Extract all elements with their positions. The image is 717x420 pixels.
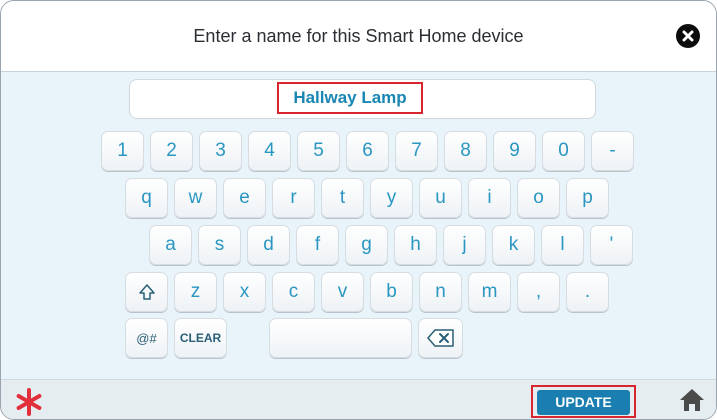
key-period[interactable]: . [566,272,609,312]
key-n[interactable]: n [419,272,462,312]
key-o[interactable]: o [517,178,560,218]
key-8[interactable]: 8 [444,131,487,171]
key-3[interactable]: 3 [199,131,242,171]
key-q[interactable]: q [125,178,168,218]
keyboard-gap [233,318,263,358]
symbols-key[interactable]: @# [125,318,168,358]
key-2[interactable]: 2 [150,131,193,171]
key-hyphen[interactable]: - [591,131,634,171]
key-c[interactable]: c [272,272,315,312]
key-a[interactable]: a [149,225,192,265]
key-u[interactable]: u [419,178,462,218]
keyboard-row-top-letters: q w e r t y u i o p [125,178,609,218]
onscreen-keyboard: 1 2 3 4 5 6 7 8 9 0 - q w e r t y u i o … [1,1,716,419]
key-g[interactable]: g [345,225,388,265]
home-button[interactable] [678,387,706,413]
key-w[interactable]: w [174,178,217,218]
key-i[interactable]: i [468,178,511,218]
key-y[interactable]: y [370,178,413,218]
key-apostrophe[interactable]: ' [590,225,633,265]
update-highlight: UPDATE [531,385,636,418]
keyboard-row-bottom-letters: z x c v b n m , . [125,272,609,312]
key-7[interactable]: 7 [395,131,438,171]
key-f[interactable]: f [296,225,339,265]
asterisk-icon[interactable] [14,384,44,416]
keyboard-row-numbers: 1 2 3 4 5 6 7 8 9 0 - [101,131,634,171]
key-r[interactable]: r [272,178,315,218]
key-m[interactable]: m [468,272,511,312]
keyboard-row-home-letters: a s d f g h j k l ' [149,225,633,265]
update-button[interactable]: UPDATE [537,390,630,415]
clear-key[interactable]: CLEAR [174,318,227,358]
shift-key[interactable] [125,272,168,312]
key-x[interactable]: x [223,272,266,312]
home-icon [680,389,704,411]
key-e[interactable]: e [223,178,266,218]
key-6[interactable]: 6 [346,131,389,171]
key-l[interactable]: l [541,225,584,265]
key-k[interactable]: k [492,225,535,265]
backspace-key[interactable] [418,318,463,358]
key-p[interactable]: p [566,178,609,218]
keyboard-row-controls: @# CLEAR [125,318,463,358]
key-v[interactable]: v [321,272,364,312]
backspace-icon [426,329,454,347]
key-5[interactable]: 5 [297,131,340,171]
key-j[interactable]: j [443,225,486,265]
shift-arrow-icon [138,284,155,300]
key-t[interactable]: t [321,178,364,218]
key-z[interactable]: z [174,272,217,312]
key-9[interactable]: 9 [493,131,536,171]
key-1[interactable]: 1 [101,131,144,171]
key-b[interactable]: b [370,272,413,312]
space-key[interactable] [269,318,412,358]
dialog-frame: Enter a name for this Smart Home device … [0,0,717,420]
key-h[interactable]: h [394,225,437,265]
key-d[interactable]: d [247,225,290,265]
dialog-footer: UPDATE [1,379,716,419]
key-s[interactable]: s [198,225,241,265]
key-0[interactable]: 0 [542,131,585,171]
key-comma[interactable]: , [517,272,560,312]
key-4[interactable]: 4 [248,131,291,171]
